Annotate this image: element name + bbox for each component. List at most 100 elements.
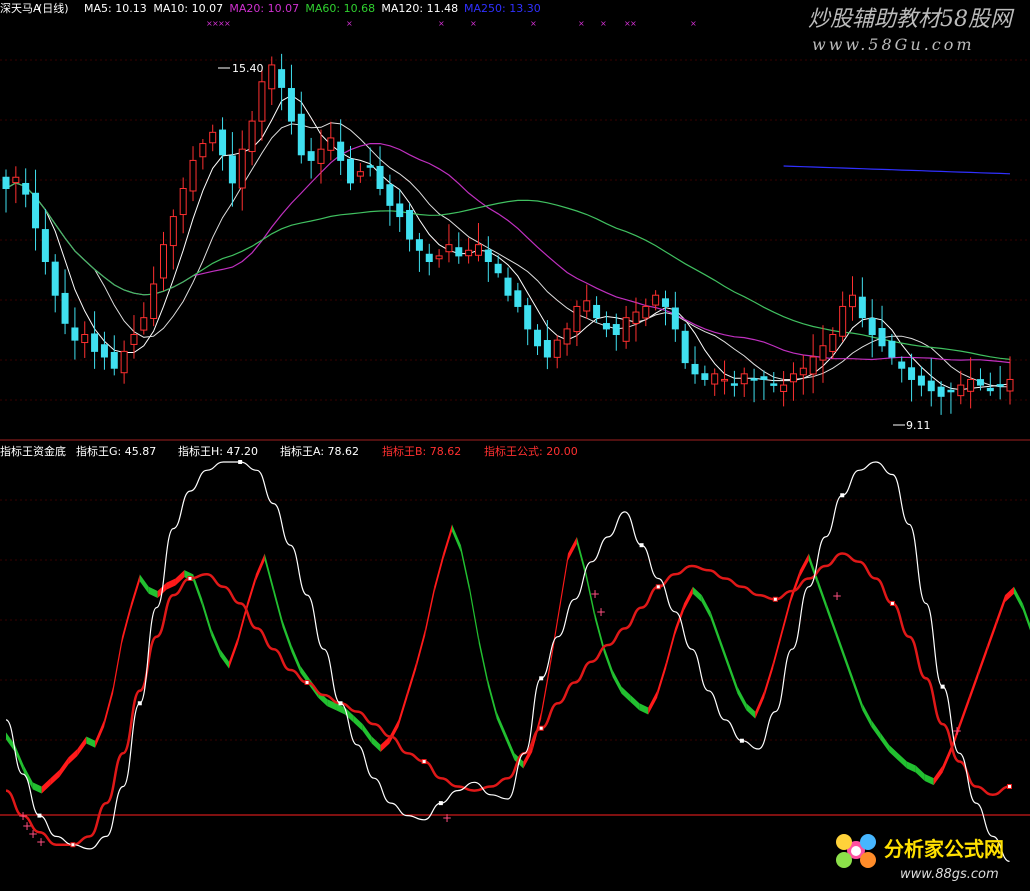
price-legend: 深天马A (日线) MA5: 10.13 MA10: 10.07 MA20: 10.… (0, 1, 541, 15)
ribbon-segment (683, 586, 693, 611)
candle-body (228, 155, 236, 184)
candle-body (543, 340, 551, 358)
candle-body (740, 373, 748, 385)
signal-marker: × (470, 19, 477, 28)
ma-line (5, 122, 1010, 388)
candle (100, 331, 108, 370)
white-dot (37, 813, 42, 818)
ribbon-segment (550, 607, 560, 669)
candle-body (327, 137, 335, 151)
cross-marker: + (36, 835, 46, 849)
candle-body (169, 216, 177, 247)
candle (780, 371, 788, 407)
ma-legend-item: MA250: 13.30 (464, 2, 541, 15)
candle-body (2, 176, 10, 189)
candle (534, 324, 542, 355)
candle (701, 365, 709, 386)
candle (898, 356, 906, 383)
signal-marker: × (224, 19, 231, 28)
candle-body (150, 283, 158, 319)
cross-marker: + (832, 589, 842, 603)
ribbon-segment (443, 524, 452, 561)
ribbon-segment (906, 761, 916, 773)
ribbon-segment (104, 686, 114, 727)
candle (140, 302, 148, 335)
candle (248, 110, 256, 166)
red-dot (70, 842, 76, 848)
candle-body (406, 209, 414, 240)
candle-body (415, 239, 423, 251)
cross-marker: + (442, 811, 452, 825)
ribbon-segment (987, 620, 997, 653)
ribbon-segment (496, 711, 506, 740)
white-dot (338, 701, 343, 706)
candle-body (632, 311, 640, 324)
signal-markers: × × × × × × × × × × × × × (206, 19, 697, 28)
low-price-annotation: 9.11 (893, 419, 931, 432)
candle (120, 340, 128, 384)
candle (878, 305, 886, 352)
cross-marker: + (952, 724, 962, 738)
ribbon-segment (68, 749, 78, 765)
candle (789, 362, 797, 401)
candle-body (268, 64, 276, 90)
signal-marker: × (438, 19, 445, 28)
candle (465, 237, 473, 264)
ma-legend-item: MA5: 10.13 (84, 2, 147, 15)
candle-body (140, 317, 148, 331)
candle-body (780, 384, 788, 392)
candle (327, 121, 335, 161)
candle-body (976, 379, 984, 386)
ribbon-segment (924, 774, 934, 786)
ribbon-segment (478, 636, 488, 686)
ribbon-segment (915, 765, 925, 781)
candle (297, 91, 305, 164)
candle-body (642, 305, 650, 319)
candle (179, 177, 187, 234)
candle-body (248, 120, 256, 153)
ribbon-segment (889, 744, 898, 761)
indicator-legend-item: 指标王B: 78.62 (382, 444, 461, 458)
ribbon-segment (1022, 603, 1030, 631)
candle-body (947, 389, 955, 393)
candle-body (593, 304, 601, 319)
candle-body (583, 300, 591, 312)
candle (750, 368, 758, 403)
candle-body (553, 339, 561, 358)
candle-body (189, 159, 197, 192)
ribbon-segment (460, 545, 470, 594)
candle-body (494, 263, 502, 274)
candle-body (51, 261, 59, 296)
ribbon-segment (603, 645, 613, 677)
red-dot (1007, 783, 1012, 789)
candle-body (917, 375, 925, 386)
cross-marker: + (590, 587, 600, 601)
candle-body (455, 247, 463, 257)
ribbon-segment (782, 595, 791, 636)
candle-body (986, 387, 994, 392)
indicator-legend-item: 指标王公式: 20.00 (484, 444, 578, 458)
candle (189, 146, 197, 202)
candle-body (32, 192, 40, 229)
candle (22, 168, 30, 208)
candle-body (868, 317, 876, 336)
candle (32, 169, 40, 251)
candle (61, 269, 69, 335)
indicator-legend-item: 指标王H: 47.20 (178, 444, 258, 458)
ma-legend-item: MA10: 10.07 (153, 2, 223, 15)
ribbon-segment (621, 686, 631, 702)
candle (927, 358, 935, 407)
candle-body (957, 384, 965, 397)
stock-chart: 15.40 9.11 深天马A (日线) MA5: 10.13 MA10: 10.… (0, 0, 1030, 887)
candle (504, 267, 512, 302)
candle-body (711, 373, 719, 385)
candle-body (799, 367, 807, 376)
candle (51, 254, 59, 313)
watermark2-url: www.88gs.com (900, 867, 999, 882)
ma-legend-item: MA120: 11.48 (381, 2, 458, 15)
candle-body (612, 324, 620, 336)
candle (632, 297, 640, 342)
candle (967, 357, 975, 409)
signal-marker: × (630, 19, 637, 28)
candle (268, 56, 276, 106)
